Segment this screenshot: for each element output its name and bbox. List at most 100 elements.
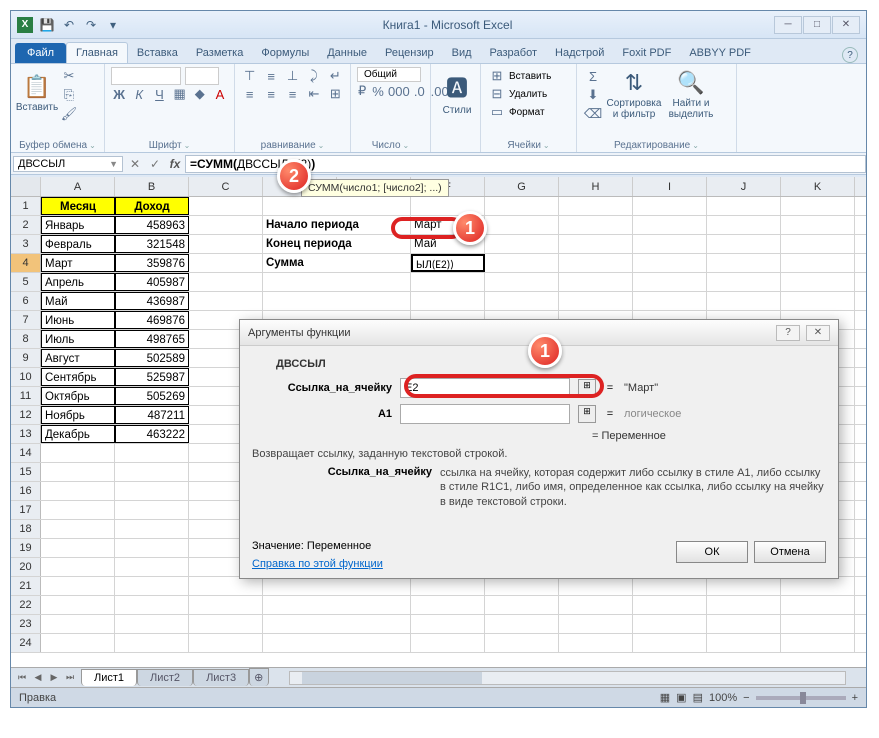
row-header[interactable]: 16 <box>11 482 41 500</box>
wrap-text-icon[interactable]: ↵ <box>327 67 344 85</box>
cell-J6[interactable] <box>781 292 855 310</box>
zoom-value[interactable]: 100% <box>709 692 737 704</box>
cell-B22[interactable] <box>115 596 189 614</box>
col-K[interactable]: K <box>781 177 855 196</box>
arg2-input[interactable] <box>400 404 570 424</box>
col-I[interactable]: I <box>633 177 707 196</box>
cell-G6[interactable] <box>559 292 633 310</box>
fill-icon[interactable]: ⬇ <box>583 86 603 104</box>
cell-A18[interactable] <box>41 520 115 538</box>
cancel-button[interactable]: Отмена <box>754 541 826 563</box>
cell-C2[interactable] <box>189 216 263 234</box>
cell-A20[interactable] <box>41 558 115 576</box>
cell-A24[interactable] <box>41 634 115 652</box>
find-select-button[interactable]: 🔍Найти и выделить <box>665 69 717 121</box>
cell-B9[interactable]: 502589 <box>115 349 189 367</box>
cell-A10[interactable]: Сентябрь <box>41 368 115 386</box>
format-cell-icon[interactable]: ▭ <box>487 103 507 121</box>
clear-icon[interactable]: ⌫ <box>583 105 603 123</box>
cell-I24[interactable] <box>707 634 781 652</box>
cell-A12[interactable]: Ноябрь <box>41 406 115 424</box>
row-header[interactable]: 21 <box>11 577 41 595</box>
row-header[interactable]: 24 <box>11 634 41 652</box>
dialog-help-button[interactable]: ? <box>776 325 800 341</box>
col-C[interactable]: C <box>189 177 263 196</box>
cell-F23[interactable] <box>485 615 559 633</box>
underline-icon[interactable]: Ч <box>151 85 167 103</box>
cell-G24[interactable] <box>559 634 633 652</box>
cell-F24[interactable] <box>485 634 559 652</box>
sheet-tab-1[interactable]: Лист1 <box>81 669 137 686</box>
cell-B16[interactable] <box>115 482 189 500</box>
fx-icon[interactable]: fx <box>165 157 185 171</box>
tab-developer[interactable]: Разработ <box>481 43 546 63</box>
cell-E6[interactable] <box>411 292 485 310</box>
align-center-icon[interactable]: ≡ <box>262 85 279 103</box>
tab-review[interactable]: Рецензир <box>376 43 443 63</box>
sheet-tab-2[interactable]: Лист2 <box>137 669 193 686</box>
cell-D4[interactable]: Сумма <box>263 254 411 272</box>
cell-B2[interactable]: 458963 <box>115 216 189 234</box>
cell-C5[interactable] <box>189 273 263 291</box>
cell-H23[interactable] <box>633 615 707 633</box>
indent-dec-icon[interactable]: ⇤ <box>305 85 322 103</box>
cell-C1[interactable] <box>189 197 263 215</box>
cell-I5[interactable] <box>707 273 781 291</box>
format-painter-icon[interactable]: 🖌 <box>59 105 79 123</box>
cell-G1[interactable] <box>559 197 633 215</box>
cell-H22[interactable] <box>633 596 707 614</box>
col-G[interactable]: G <box>485 177 559 196</box>
cell-A19[interactable] <box>41 539 115 557</box>
zoom-out-icon[interactable]: − <box>743 692 749 704</box>
dialog-close-button[interactable]: ✕ <box>806 325 830 341</box>
zoom-slider-thumb[interactable] <box>800 692 806 704</box>
row-header[interactable]: 11 <box>11 387 41 405</box>
cell-H21[interactable] <box>633 577 707 595</box>
sheet-nav-next-icon[interactable]: ▶ <box>47 672 61 683</box>
row-header[interactable]: 1 <box>11 197 41 215</box>
cell-G23[interactable] <box>559 615 633 633</box>
new-sheet-button[interactable]: ⊕ <box>249 668 269 686</box>
select-all-corner[interactable] <box>11 177 41 196</box>
cell-E5[interactable] <box>411 273 485 291</box>
cut-icon[interactable]: ✂ <box>59 67 79 85</box>
cell-H2[interactable] <box>633 216 707 234</box>
cell-J23[interactable] <box>781 615 855 633</box>
cell-A7[interactable]: Июнь <box>41 311 115 329</box>
row-header[interactable]: 20 <box>11 558 41 576</box>
view-layout-icon[interactable]: ▣ <box>676 691 686 704</box>
cell-H5[interactable] <box>633 273 707 291</box>
row-header[interactable]: 23 <box>11 615 41 633</box>
cell-A1[interactable]: Месяц <box>41 197 115 215</box>
cell-J1[interactable] <box>781 197 855 215</box>
cell-C6[interactable] <box>189 292 263 310</box>
cell-B11[interactable]: 505269 <box>115 387 189 405</box>
row-header[interactable]: 9 <box>11 349 41 367</box>
cell-D22[interactable] <box>263 596 411 614</box>
sheet-nav-first-icon[interactable]: ⏮ <box>15 672 29 683</box>
cell-B24[interactable] <box>115 634 189 652</box>
inc-decimal-icon[interactable]: .0 <box>413 82 426 100</box>
cell-G21[interactable] <box>559 577 633 595</box>
font-size-input[interactable] <box>185 67 219 85</box>
cell-C3[interactable] <box>189 235 263 253</box>
namebox-dropdown-icon[interactable]: ▼ <box>109 159 118 169</box>
cell-I23[interactable] <box>707 615 781 633</box>
cell-J3[interactable] <box>781 235 855 253</box>
cell-G5[interactable] <box>559 273 633 291</box>
cell-D24[interactable] <box>263 634 411 652</box>
cell-B21[interactable] <box>115 577 189 595</box>
cell-A8[interactable]: Июль <box>41 330 115 348</box>
cell-B3[interactable]: 321548 <box>115 235 189 253</box>
row-header[interactable]: 13 <box>11 425 41 443</box>
cell-D2[interactable]: Начало периода <box>263 216 411 234</box>
cell-I1[interactable] <box>707 197 781 215</box>
row-header[interactable]: 15 <box>11 463 41 481</box>
cell-A6[interactable]: Май <box>41 292 115 310</box>
number-format-select[interactable]: Общий <box>357 67 421 82</box>
cell-I4[interactable] <box>707 254 781 272</box>
cell-A13[interactable]: Декабрь <box>41 425 115 443</box>
align-right-icon[interactable]: ≡ <box>284 85 301 103</box>
cell-I3[interactable] <box>707 235 781 253</box>
cell-B6[interactable]: 436987 <box>115 292 189 310</box>
